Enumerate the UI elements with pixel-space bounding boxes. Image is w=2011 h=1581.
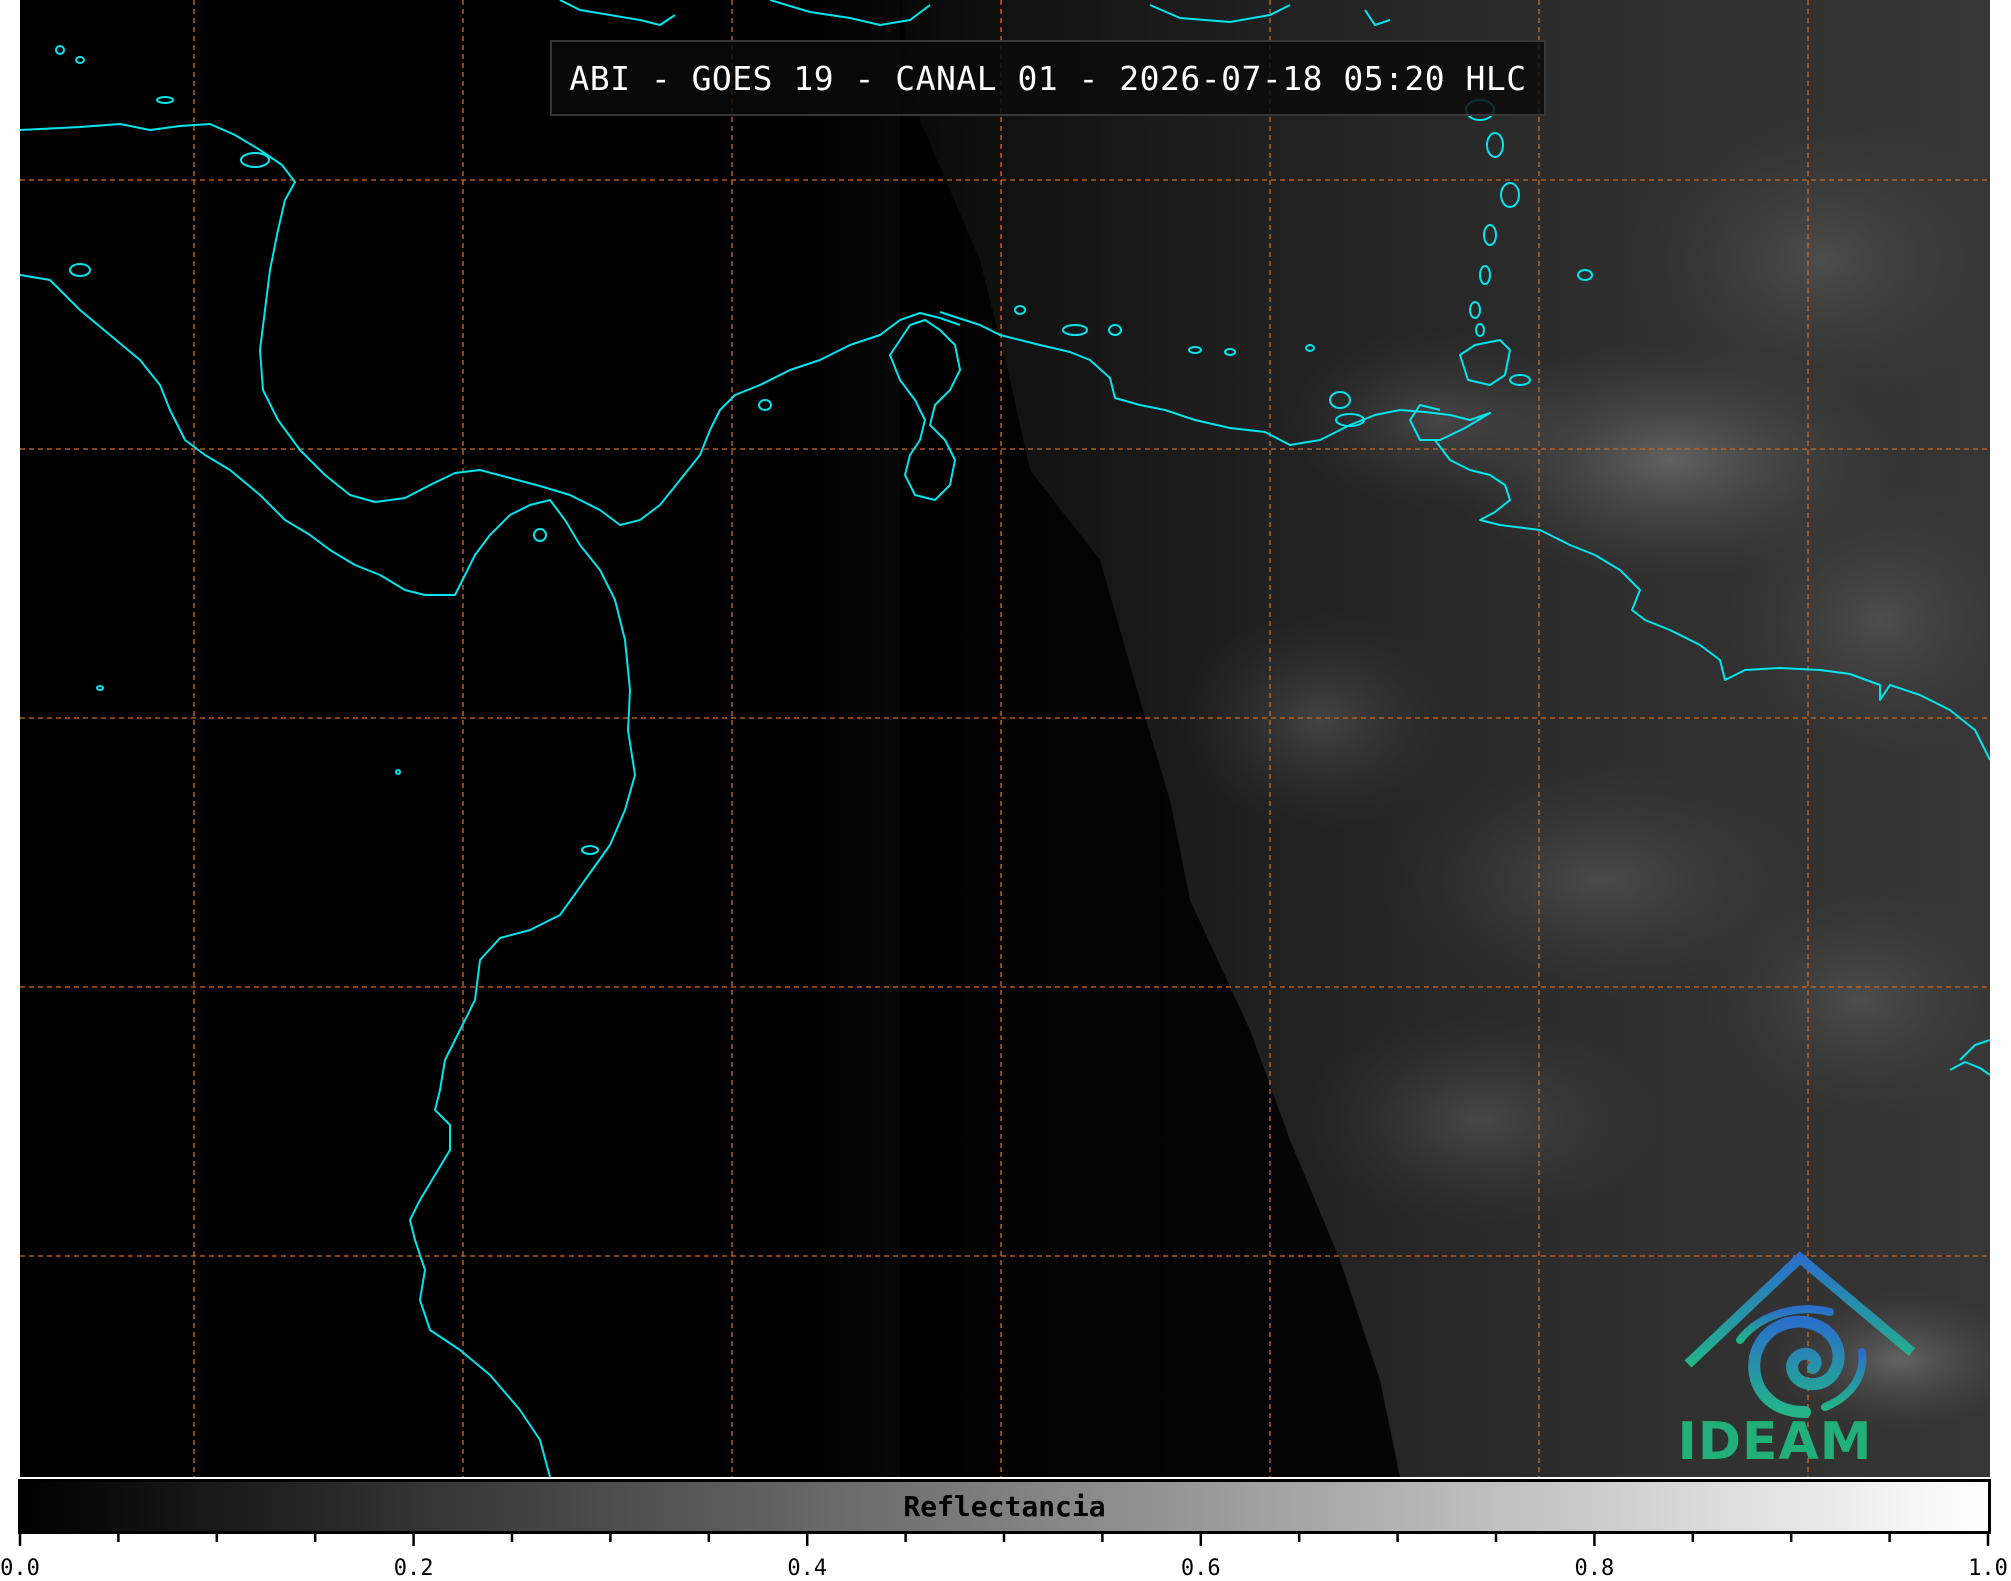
logo-text: IDEAM (1677, 1412, 1873, 1472)
colorbar-tick-label: 0.4 (787, 1556, 828, 1581)
colorbar-tick-label: 0.2 (393, 1556, 434, 1581)
colorbar: Reflectancia (18, 1479, 1991, 1534)
colorbar-tick-label: 1.0 (1968, 1556, 2008, 1581)
ideam-logo: IDEAM (1660, 1252, 1890, 1472)
colorbar-ticks (18, 1532, 1990, 1546)
title-banner: ABI - GOES 19 - CANAL 01 - 2026-07-18 05… (550, 40, 1546, 116)
colorbar-tick-label: 0.0 (0, 1556, 40, 1581)
map-title: ABI - GOES 19 - CANAL 01 - 2026-07-18 05… (569, 58, 1527, 98)
colorbar-tick-label: 0.6 (1180, 1556, 1221, 1581)
colorbar-tick-label: 0.8 (1574, 1556, 1615, 1581)
colorbar-label: Reflectancia (903, 1490, 1106, 1523)
